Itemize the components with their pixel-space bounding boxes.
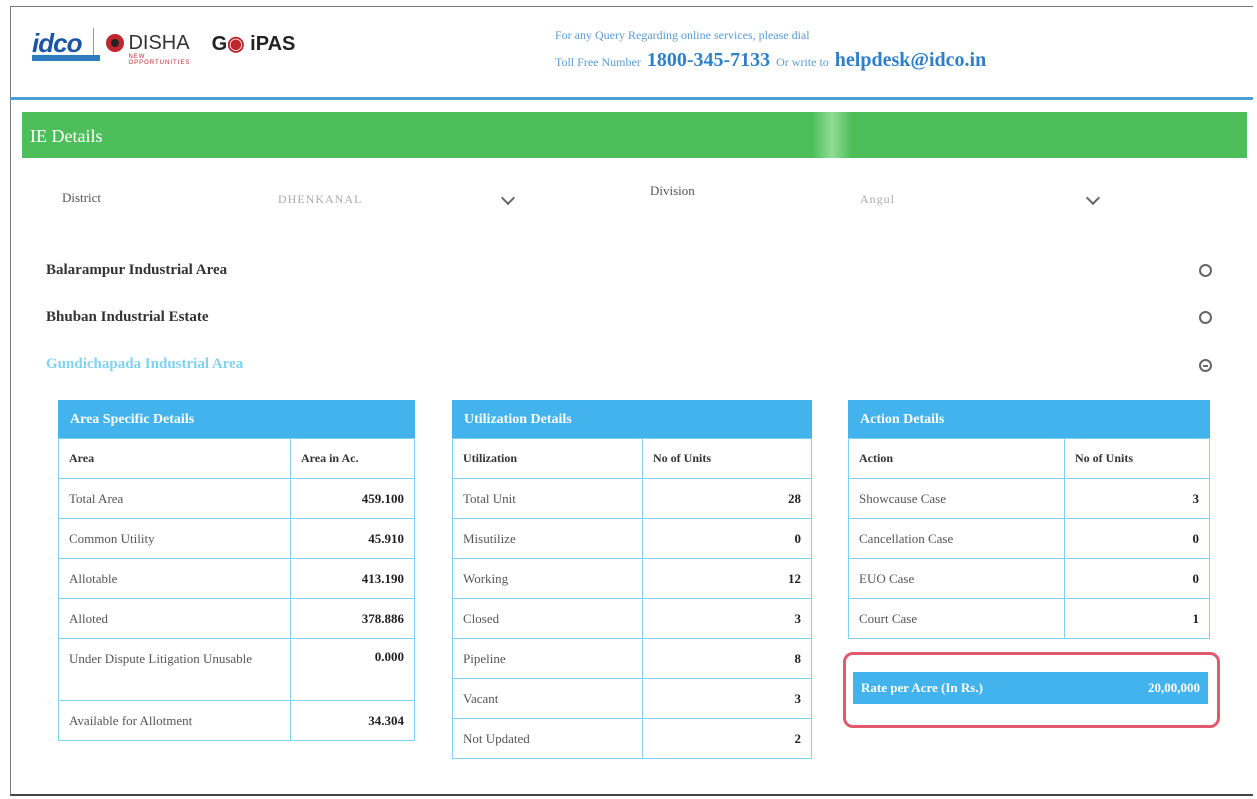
area-details-panel: Area Specific Details Area Area in Ac. To… bbox=[58, 400, 415, 741]
row-value: 459.100 bbox=[290, 478, 415, 519]
row-label: Working bbox=[452, 558, 643, 599]
expand-icon[interactable] bbox=[1199, 264, 1212, 277]
row-label: Total Area bbox=[58, 478, 291, 519]
goipas-logo[interactable]: G◉ iPAS bbox=[212, 31, 296, 56]
row-label: Common Utility bbox=[58, 518, 291, 559]
row-value: 3 bbox=[1064, 478, 1210, 519]
toll-free-label: Toll Free Number bbox=[555, 55, 641, 69]
row-label: Showcause Case bbox=[848, 478, 1065, 519]
table-row: EUO Case 0 bbox=[848, 558, 1210, 599]
contact-line: For any Query Regarding online services,… bbox=[555, 28, 810, 42]
col-action: Action bbox=[848, 438, 1065, 479]
col-no-of-units: No of Units bbox=[1064, 438, 1210, 479]
row-value: 34.304 bbox=[290, 700, 415, 741]
row-label: Court Case bbox=[848, 598, 1065, 639]
section-title: IE Details bbox=[30, 126, 103, 146]
action-details-title: Action Details bbox=[848, 400, 1210, 438]
row-value: 12 bbox=[642, 558, 812, 599]
section-title-bar: IE Details bbox=[22, 112, 1247, 158]
row-label: Allotable bbox=[58, 558, 291, 599]
table-row: Working 12 bbox=[452, 558, 812, 599]
rate-per-acre-bar: Rate per Acre (In Rs.) 20,00,000 bbox=[853, 672, 1208, 704]
row-value: 2 bbox=[642, 718, 812, 759]
logo-group: idco DISHA NEW OPPORTUNITIES G◉ iPAS bbox=[32, 28, 296, 66]
row-value: 3 bbox=[642, 678, 812, 719]
row-value: 378.886 bbox=[290, 598, 415, 639]
row-value: 8 bbox=[642, 638, 812, 679]
utilization-details-title: Utilization Details bbox=[452, 400, 812, 438]
row-label: Vacant bbox=[452, 678, 643, 719]
row-value: 0.000 bbox=[290, 638, 415, 701]
area-details-title: Area Specific Details bbox=[58, 400, 415, 438]
row-value: 1 bbox=[1064, 598, 1210, 639]
division-label: Division bbox=[650, 183, 695, 198]
row-label: Not Updated bbox=[452, 718, 643, 759]
action-details-table: Action No of Units Showcause Case 3 Cancel… bbox=[848, 438, 1210, 639]
col-no-of-units: No of Units bbox=[642, 438, 812, 479]
idco-logo[interactable]: idco bbox=[32, 30, 100, 61]
table-row: Cancellation Case 0 bbox=[848, 518, 1210, 559]
table-row: Vacant 3 bbox=[452, 678, 812, 719]
utilization-details-panel: Utilization Details Utilization No of Uni… bbox=[452, 400, 812, 759]
rate-label: Rate per Acre (In Rs.) bbox=[861, 680, 983, 695]
row-label: Pipeline bbox=[452, 638, 643, 679]
row-label: Closed bbox=[452, 598, 643, 639]
accordion-item-gundichapada[interactable]: Gundichapada Industrial Area bbox=[46, 356, 243, 373]
row-label: Misutilize bbox=[452, 518, 643, 559]
helpdesk-email[interactable]: helpdesk@idco.in bbox=[835, 49, 986, 72]
site-header: idco DISHA NEW OPPORTUNITIES G◉ iPAS For… bbox=[10, 6, 1253, 100]
district-select[interactable]: DHENKANAL bbox=[278, 192, 362, 207]
row-label: Alloted bbox=[58, 598, 291, 639]
row-value: 3 bbox=[642, 598, 812, 639]
row-value: 28 bbox=[642, 478, 812, 519]
district-label: District bbox=[62, 190, 101, 205]
row-label: Available for Allotment bbox=[58, 700, 291, 741]
row-value: 0 bbox=[1064, 518, 1210, 559]
col-utilization: Utilization bbox=[452, 438, 643, 479]
table-row: Showcause Case 3 bbox=[848, 478, 1210, 519]
row-value: 413.190 bbox=[290, 558, 415, 599]
accordion-item-bhuban[interactable]: Bhuban Industrial Estate bbox=[46, 309, 209, 326]
row-label: Under Dispute Litigation Unusable bbox=[58, 638, 291, 701]
table-row: Common Utility 45.910 bbox=[58, 518, 415, 559]
table-row: Pipeline 8 bbox=[452, 638, 812, 679]
col-area: Area bbox=[58, 438, 291, 479]
accordion-item-balarampur[interactable]: Balarampur Industrial Area bbox=[46, 262, 227, 279]
utilization-details-table: Utilization No of Units Total Unit 28 Misu… bbox=[452, 438, 812, 759]
or-write-label: Or write to bbox=[776, 55, 829, 69]
table-row: Under Dispute Litigation Unusable 0.000 bbox=[58, 638, 415, 701]
rate-value: 20,00,000 bbox=[1148, 680, 1200, 695]
table-row: Not Updated 2 bbox=[452, 718, 812, 759]
table-row: Allotable 413.190 bbox=[58, 558, 415, 599]
row-value: 45.910 bbox=[290, 518, 415, 559]
row-value: 0 bbox=[642, 518, 812, 559]
phone-number[interactable]: 1800-345-7133 bbox=[647, 49, 770, 72]
table-row: Alloted 378.886 bbox=[58, 598, 415, 639]
action-details-panel: Action Details Action No of Units Showcau… bbox=[848, 400, 1210, 639]
odisha-logo-icon bbox=[106, 34, 125, 52]
row-label: EUO Case bbox=[848, 558, 1065, 599]
collapse-icon[interactable] bbox=[1199, 359, 1212, 372]
row-value: 0 bbox=[1064, 558, 1210, 599]
table-row: Misutilize 0 bbox=[452, 518, 812, 559]
odisha-logo[interactable]: DISHA NEW OPPORTUNITIES bbox=[106, 32, 190, 66]
row-label: Total Unit bbox=[452, 478, 643, 519]
table-row: Closed 3 bbox=[452, 598, 812, 639]
helpdesk-contact: For any Query Regarding online services,… bbox=[555, 28, 986, 72]
division-select[interactable]: Angul bbox=[860, 192, 895, 207]
table-row: Total Area 459.100 bbox=[58, 478, 415, 519]
expand-icon[interactable] bbox=[1199, 311, 1212, 324]
table-row: Court Case 1 bbox=[848, 598, 1210, 639]
table-row: Total Unit 28 bbox=[452, 478, 812, 519]
area-details-table: Area Area in Ac. Total Area 459.100 Common… bbox=[58, 438, 415, 741]
table-row: Available for Allotment 34.304 bbox=[58, 700, 415, 741]
row-label: Cancellation Case bbox=[848, 518, 1065, 559]
col-area-ac: Area in Ac. bbox=[290, 438, 415, 479]
